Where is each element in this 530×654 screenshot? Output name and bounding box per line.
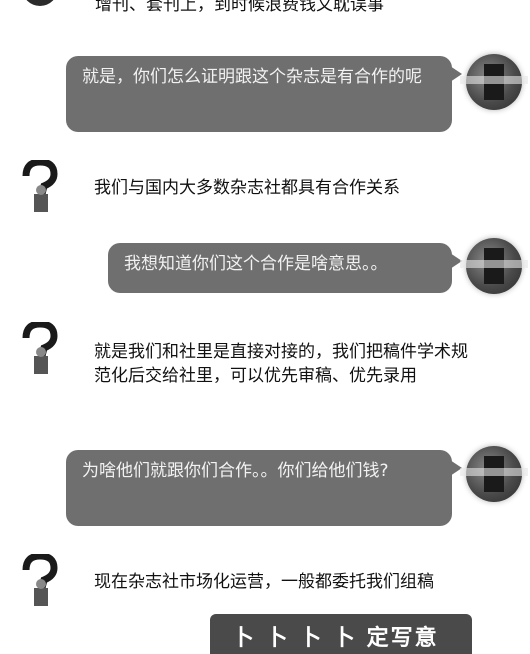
chat-message-left: 就是我们和社里是直接对接的，我们把稿件学术规范化后交给社里，可以优先审稿、优先录… bbox=[94, 340, 474, 388]
user-avatar-icon bbox=[460, 446, 528, 502]
avatar-icon bbox=[22, 0, 58, 6]
user-avatar-icon bbox=[460, 238, 528, 294]
partial-message-text: 增刊、套刊上，到时候浪费钱又耽误事 bbox=[95, 0, 384, 15]
message-text: 为啥他们就跟你们合作。。你们给他们钱? bbox=[82, 461, 389, 481]
message-text: 就是，你们怎么证明跟这个杂志是有合作的呢 bbox=[82, 67, 422, 87]
bottom-banner: 卜 卜 卜 卜 定写意 bbox=[210, 614, 472, 654]
agent-avatar-icon bbox=[22, 554, 58, 606]
message-text: 我们与国内大多数杂志社都具有合作关系 bbox=[94, 178, 400, 198]
message-text: 现在杂志社市场化运营，一般都委托我们组稿 bbox=[94, 572, 434, 592]
agent-avatar-icon bbox=[22, 160, 58, 212]
avatar-mosaic-icon bbox=[460, 76, 528, 84]
chat-message-left: 现在杂志社市场化运营，一般都委托我们组稿 bbox=[94, 570, 474, 594]
message-text: 我想知道你们这个合作是啥意思。。 bbox=[124, 254, 388, 274]
message-text: 就是我们和社里是直接对接的，我们把稿件学术规范化后交给社里，可以优先审稿、优先录… bbox=[94, 342, 468, 386]
chat-bubble-right: 就是，你们怎么证明跟这个杂志是有合作的呢 bbox=[66, 56, 462, 132]
chat-bubble-right: 为啥他们就跟你们合作。。你们给他们钱? bbox=[66, 450, 462, 526]
chat-bubble-right: 我想知道你们这个合作是啥意思。。 bbox=[108, 243, 462, 293]
banner-text: 卜 卜 卜 卜 定写意 bbox=[232, 626, 439, 651]
user-avatar-icon bbox=[460, 54, 528, 110]
agent-avatar-icon bbox=[22, 322, 58, 374]
avatar-mosaic-icon bbox=[460, 468, 528, 476]
avatar-mosaic-icon bbox=[460, 260, 528, 268]
chat-message-left: 我们与国内大多数杂志社都具有合作关系 bbox=[94, 176, 474, 200]
